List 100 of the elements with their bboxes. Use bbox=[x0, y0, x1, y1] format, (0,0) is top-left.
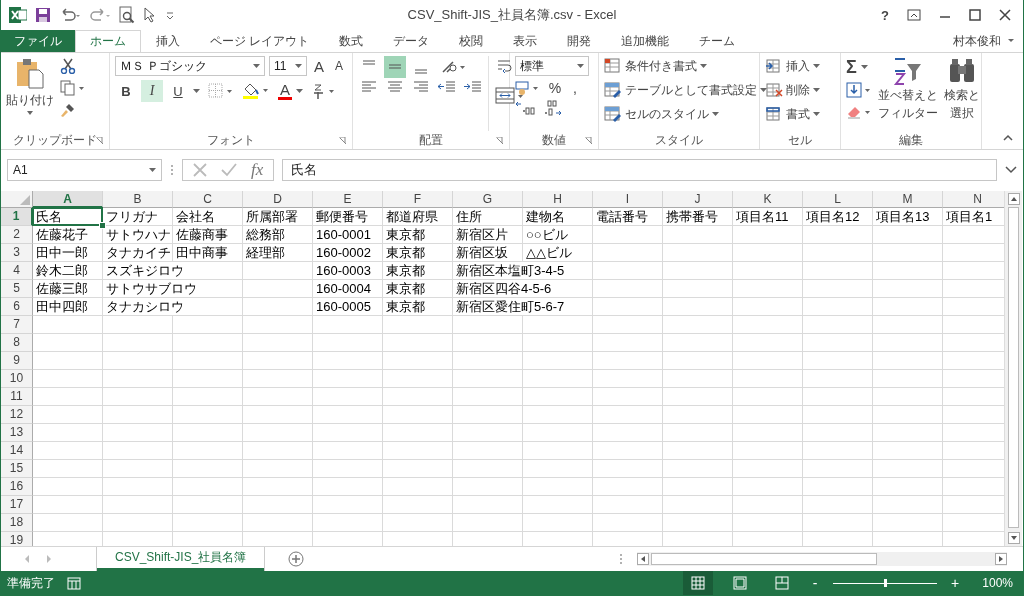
row-header[interactable]: 13 bbox=[1, 424, 33, 442]
enter-check-icon[interactable] bbox=[221, 163, 237, 177]
macro-record-icon[interactable] bbox=[67, 576, 81, 590]
caret-icon[interactable] bbox=[813, 88, 820, 92]
caret-icon[interactable] bbox=[700, 64, 707, 68]
wrap-text-icon[interactable] bbox=[495, 58, 515, 76]
vertical-scrollbar[interactable] bbox=[1004, 191, 1022, 546]
zoom-in-button[interactable]: + bbox=[949, 575, 961, 591]
column-header[interactable]: K bbox=[733, 191, 803, 208]
zoom-level[interactable]: 100% bbox=[973, 576, 1013, 590]
caret-icon[interactable] bbox=[760, 88, 767, 92]
ribbon-tab[interactable]: ファイル bbox=[1, 30, 75, 52]
ribbon-tab[interactable]: チーム bbox=[684, 30, 751, 52]
ribbon-tab[interactable]: ページ レイアウト bbox=[195, 30, 325, 52]
sort-filter-button[interactable]: 並べ替えと フィルター bbox=[878, 56, 938, 131]
column-header[interactable]: D bbox=[243, 191, 313, 208]
bold-button[interactable]: B bbox=[115, 80, 137, 102]
decrease-font-button[interactable]: A bbox=[331, 59, 347, 73]
row-header[interactable]: 4 bbox=[1, 262, 33, 280]
row-header[interactable]: 9 bbox=[1, 352, 33, 370]
new-sheet-icon[interactable] bbox=[288, 551, 305, 567]
cell-format-icon[interactable] bbox=[765, 106, 783, 122]
row-header[interactable]: 8 bbox=[1, 334, 33, 352]
row-header[interactable]: 16 bbox=[1, 478, 33, 496]
caret-icon[interactable] bbox=[813, 64, 820, 68]
row-header[interactable]: 10 bbox=[1, 370, 33, 388]
column-header[interactable]: G bbox=[453, 191, 523, 208]
ribbon-tab[interactable]: データ bbox=[378, 30, 445, 52]
ribbon-display-icon[interactable] bbox=[907, 9, 921, 21]
cut-icon[interactable] bbox=[60, 58, 76, 74]
caret-icon[interactable] bbox=[296, 89, 303, 93]
delete-cells-icon[interactable] bbox=[765, 82, 783, 98]
format-button[interactable]: 書式 bbox=[786, 105, 810, 123]
pointer-icon[interactable] bbox=[143, 7, 157, 23]
increase-font-button[interactable]: A bbox=[311, 57, 327, 75]
ribbon-tab[interactable]: ホーム bbox=[75, 30, 141, 52]
scroll-up-icon[interactable] bbox=[1007, 193, 1020, 205]
paste-button[interactable]: 貼り付け bbox=[6, 56, 54, 131]
dialog-launcher-icon[interactable] bbox=[96, 137, 104, 145]
column-header[interactable]: C bbox=[173, 191, 243, 208]
format-painter-icon[interactable] bbox=[60, 102, 76, 118]
insert-button[interactable]: 挿入 bbox=[786, 57, 810, 75]
print-preview-icon[interactable] bbox=[119, 6, 135, 24]
ribbon-tab[interactable]: 挿入 bbox=[141, 30, 195, 52]
column-header[interactable]: F bbox=[383, 191, 453, 208]
row-header[interactable]: 12 bbox=[1, 406, 33, 424]
close-icon[interactable] bbox=[999, 9, 1011, 21]
row-header[interactable]: 19 bbox=[1, 532, 33, 546]
sheet-tab[interactable]: CSV_Shift-JIS_社員名簿 bbox=[97, 547, 265, 571]
caret-icon[interactable] bbox=[1007, 38, 1015, 44]
comma-button[interactable]: , bbox=[567, 80, 583, 96]
row-header[interactable]: 18 bbox=[1, 514, 33, 532]
dialog-launcher-icon[interactable] bbox=[585, 137, 593, 145]
format-as-table-button[interactable]: テーブルとして書式設定 bbox=[625, 81, 757, 99]
scroll-thumb[interactable] bbox=[1008, 207, 1019, 528]
phonetic-guide-icon[interactable] bbox=[311, 82, 337, 100]
table-format-icon[interactable] bbox=[604, 82, 622, 98]
conditional-format-button[interactable]: 条件付き書式 bbox=[625, 57, 697, 75]
row-header[interactable]: 6 bbox=[1, 298, 33, 316]
percent-button[interactable]: % bbox=[547, 80, 563, 96]
fill-handle[interactable] bbox=[99, 222, 106, 229]
column-header[interactable]: J bbox=[663, 191, 733, 208]
caret-icon[interactable] bbox=[860, 65, 868, 69]
fill-down-icon[interactable] bbox=[846, 82, 872, 98]
eraser-icon[interactable] bbox=[846, 104, 872, 120]
row-header[interactable]: 1 bbox=[1, 208, 33, 226]
fill-color-icon[interactable] bbox=[242, 82, 270, 100]
redo-icon[interactable] bbox=[89, 7, 111, 23]
conditional-format-icon[interactable] bbox=[604, 58, 622, 74]
collapse-ribbon-icon[interactable] bbox=[1003, 134, 1013, 141]
increase-decimal-icon[interactable] bbox=[515, 100, 537, 116]
insert-cells-icon[interactable] bbox=[765, 58, 783, 74]
dialog-launcher-icon[interactable] bbox=[496, 137, 504, 145]
formula-field[interactable]: 氏名 bbox=[282, 159, 997, 181]
copy-icon[interactable] bbox=[60, 80, 86, 96]
row-header[interactable]: 14 bbox=[1, 442, 33, 460]
column-header[interactable]: I bbox=[593, 191, 663, 208]
column-header[interactable]: E bbox=[313, 191, 383, 208]
column-header[interactable]: N bbox=[943, 191, 1004, 208]
italic-button[interactable]: I bbox=[141, 80, 163, 102]
ribbon-tab[interactable]: 追加機能 bbox=[606, 30, 685, 52]
dialog-launcher-icon[interactable] bbox=[339, 137, 347, 145]
ribbon-tab[interactable]: 校閲 bbox=[444, 30, 499, 52]
maximize-icon[interactable] bbox=[969, 9, 981, 21]
ribbon-tab[interactable]: 開発 bbox=[552, 30, 607, 52]
font-color-button[interactable]: A bbox=[278, 82, 292, 100]
ribbon-tab[interactable]: 表示 bbox=[498, 30, 553, 52]
normal-view-button[interactable] bbox=[683, 571, 713, 595]
autosum-button[interactable]: Σ bbox=[846, 58, 857, 76]
zoom-out-button[interactable]: - bbox=[809, 575, 821, 591]
column-header[interactable]: M bbox=[873, 191, 943, 208]
row-header[interactable]: 11 bbox=[1, 388, 33, 406]
save-icon[interactable] bbox=[35, 7, 51, 23]
font-size-field[interactable]: 11 bbox=[269, 56, 307, 76]
delete-button[interactable]: 削除 bbox=[786, 81, 810, 99]
user-name[interactable]: 村本俊和 bbox=[953, 32, 1001, 50]
horizontal-scrollbar[interactable] bbox=[637, 552, 1007, 566]
row-header[interactable]: 5 bbox=[1, 280, 33, 298]
caret-icon[interactable] bbox=[712, 112, 719, 116]
row-header[interactable]: 17 bbox=[1, 496, 33, 514]
